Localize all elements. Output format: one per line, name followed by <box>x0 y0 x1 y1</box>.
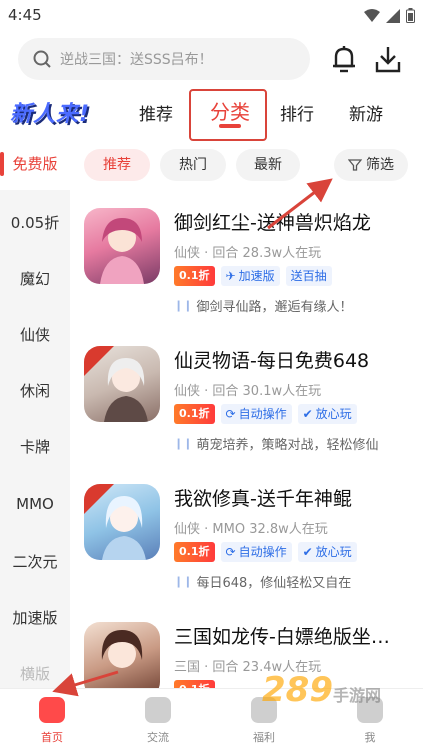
signal-icon <box>386 8 400 23</box>
sidebar-item-mmo[interactable]: MMO <box>0 495 70 513</box>
nav-label: 交流 <box>147 731 169 744</box>
watermark-suffix: 手游网 <box>332 686 381 705</box>
game-title: 仙灵物语-每日免费648 <box>174 350 370 372</box>
search-placeholder: 逆战三国：送SSS吕布！ <box>60 52 213 68</box>
sidebar-item-free[interactable]: 免费版 <box>0 138 70 190</box>
nav-label: 我 <box>364 731 376 744</box>
game-icon <box>84 346 160 422</box>
sidebar-item-xianxia[interactable]: 仙侠 <box>0 324 70 345</box>
watermark-logo: 289手游网 <box>262 670 381 710</box>
game-meta: 仙侠 · 回合 30.1w人在玩 <box>174 384 322 399</box>
game-icon <box>84 484 160 560</box>
filter-button[interactable]: 筛选 <box>334 149 408 181</box>
tag-safe: ✔ 放心玩 <box>297 542 357 562</box>
nav-home[interactable]: 首页 <box>22 697 82 745</box>
tag-label: 自动操作 <box>238 407 287 421</box>
wifi-icon <box>364 8 380 22</box>
discount-badge: 0.1折 <box>174 542 215 562</box>
tag-label: 加速版 <box>238 269 275 283</box>
game-title: 我欲修真-送千年神鲲 <box>174 488 352 510</box>
discount-badge: 0.1折 <box>174 404 215 424</box>
tag-label: 自动操作 <box>238 545 287 559</box>
game-item[interactable]: 仙灵物语-每日免费648 仙侠 · 回合 30.1w人在玩 0.1折 ⟳ 自动操作… <box>84 346 414 476</box>
sidebar-item-discount[interactable]: 0.05折 <box>0 212 70 233</box>
chat-icon <box>145 697 171 723</box>
chip-latest[interactable]: 最新 <box>236 149 300 181</box>
sidebar-item-fantasy[interactable]: 魔幻 <box>0 268 70 289</box>
category-sidebar: 免费版 0.05折 魔幻 仙侠 休闲 卡牌 MMO 二次元 加速版 横版 <box>0 138 70 688</box>
description-text: 御剑寻仙路，邂逅有缘人！ <box>196 300 353 315</box>
sidebar-item-sidescroll[interactable]: 横版 <box>0 663 70 684</box>
shield-check-icon: ✔ <box>302 545 313 559</box>
annotation-highlight-box <box>189 89 267 141</box>
quote-icon: ❙❙ <box>174 437 193 450</box>
game-item[interactable]: 我欲修真-送千年神鲲 仙侠 · MMO 32.8w人在玩 0.1折 ⟳ 自动操作 … <box>84 484 414 614</box>
game-icon <box>84 208 160 284</box>
status-time: 4:45 <box>8 6 42 24</box>
home-icon <box>39 697 65 723</box>
sidebar-item-label: 免费版 <box>12 155 58 173</box>
rocket-icon: ✈ <box>225 269 236 283</box>
game-tags: 0.1折 <box>174 680 215 688</box>
funnel-icon <box>348 159 362 171</box>
tag-label: 放心玩 <box>315 545 352 559</box>
filter-label: 筛选 <box>366 157 394 173</box>
game-item[interactable]: 御剑红尘-送神兽炽焰龙 仙侠 · 回合 28.3w人在玩 0.1折 ✈ 加速版 送… <box>84 208 414 338</box>
game-description: ❙❙ 萌宠培养，策略对战，轻松修仙 <box>174 434 378 453</box>
watermark-text: 289 <box>262 670 333 710</box>
discount-badge: 0.1折 <box>174 680 215 688</box>
description-text: 萌宠培养，策略对战，轻松修仙 <box>196 438 379 453</box>
quote-icon: ❙❙ <box>174 575 193 588</box>
sidebar-item-casual[interactable]: 休闲 <box>0 380 70 401</box>
game-description: ❙❙ 每日648，修仙轻松又自在 <box>174 572 351 591</box>
tag-auto: ⟳ 自动操作 <box>220 404 292 424</box>
game-meta: 仙侠 · 回合 28.3w人在玩 <box>174 246 322 261</box>
tag-speed: ✈ 加速版 <box>220 266 280 286</box>
tab-rank[interactable]: 排行 <box>280 100 314 125</box>
description-text: 每日648，修仙轻松又自在 <box>196 576 352 591</box>
sidebar-item-card[interactable]: 卡牌 <box>0 436 70 457</box>
tag-gift: 送百抽 <box>285 266 332 286</box>
newcomer-logo[interactable]: 新人来! <box>10 96 114 130</box>
search-icon <box>33 50 51 68</box>
sidebar-item-anime[interactable]: 二次元 <box>0 551 70 572</box>
status-bar: 4:45 <box>0 0 423 30</box>
tab-recommend[interactable]: 推荐 <box>139 100 173 125</box>
discount-badge: 0.1折 <box>174 266 215 286</box>
battery-icon <box>406 8 415 23</box>
nav-community[interactable]: 交流 <box>128 697 188 745</box>
game-meta: 仙侠 · MMO 32.8w人在玩 <box>174 522 328 537</box>
sidebar-item-speed[interactable]: 加速版 <box>0 607 70 628</box>
tag-safe: ✔ 放心玩 <box>297 404 357 424</box>
bell-icon[interactable] <box>330 44 358 74</box>
search-input[interactable]: 逆战三国：送SSS吕布！ <box>18 38 310 80</box>
tab-new-games[interactable]: 新游 <box>349 100 383 125</box>
quote-icon: ❙❙ <box>174 299 193 312</box>
status-icons <box>364 8 415 23</box>
auto-icon: ⟳ <box>225 407 236 421</box>
nav-label: 首页 <box>41 731 63 744</box>
game-tags: 0.1折 ⟳ 自动操作 ✔ 放心玩 <box>174 542 357 562</box>
shield-check-icon: ✔ <box>302 407 313 421</box>
game-title: 御剑红尘-送神兽炽焰龙 <box>174 212 371 234</box>
tag-auto: ⟳ 自动操作 <box>220 542 292 562</box>
auto-icon: ⟳ <box>225 545 236 559</box>
game-tags: 0.1折 ✈ 加速版 送百抽 <box>174 266 332 286</box>
game-description: ❙❙ 御剑寻仙路，邂逅有缘人！ <box>174 296 352 315</box>
sidebar-active-indicator <box>0 152 4 176</box>
game-tags: 0.1折 ⟳ 自动操作 ✔ 放心玩 <box>174 404 357 424</box>
game-title: 三国如龙传-白嫖绝版坐… <box>174 626 390 648</box>
chip-hot[interactable]: 热门 <box>160 149 226 181</box>
download-icon[interactable] <box>374 44 402 74</box>
game-icon <box>84 622 160 688</box>
tag-label: 放心玩 <box>315 407 352 421</box>
nav-label: 福利 <box>253 731 275 744</box>
chip-recommend[interactable]: 推荐 <box>84 149 150 181</box>
